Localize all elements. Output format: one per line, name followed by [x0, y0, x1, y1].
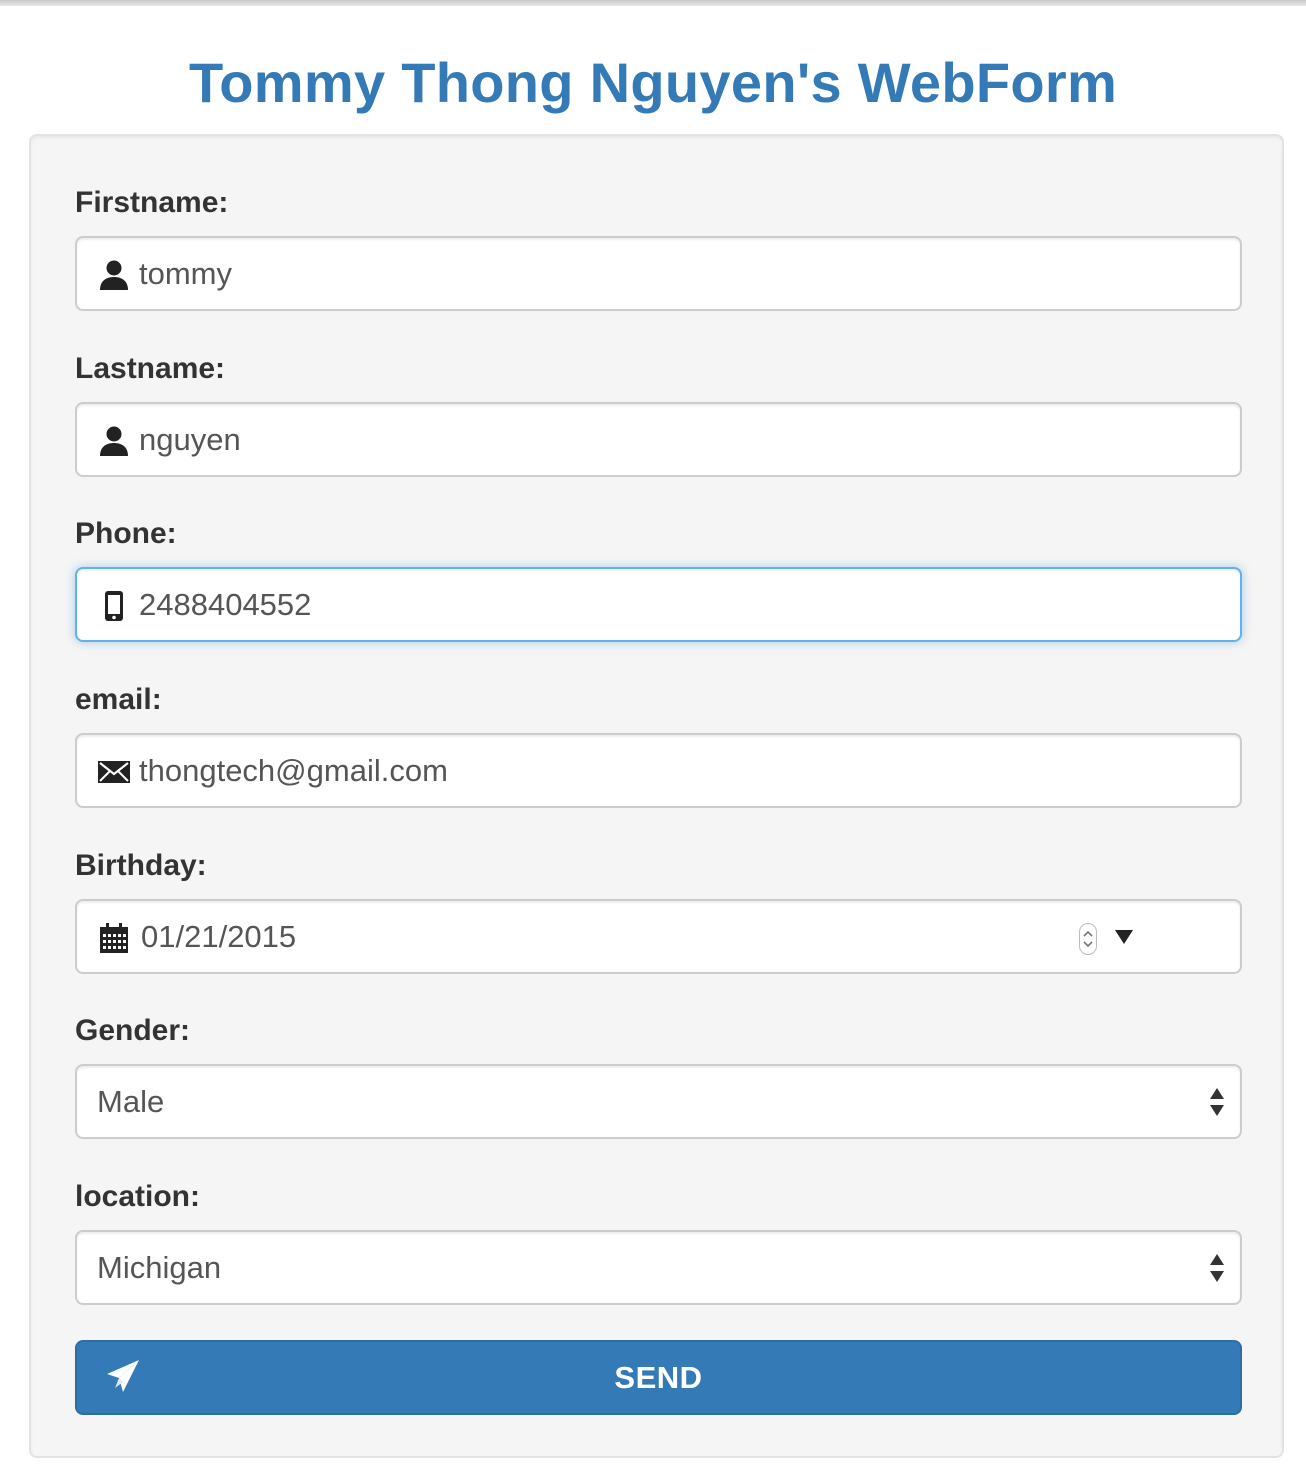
phone-icon	[97, 589, 131, 623]
birthday-label: Birthday:	[75, 849, 207, 882]
envelope-icon	[97, 755, 131, 789]
firstname-label: Firstname:	[75, 186, 229, 219]
birthday-value: 01/21/2015	[141, 919, 297, 954]
email-value: thongtech@gmail.com	[139, 753, 448, 788]
user-icon	[97, 424, 131, 458]
calendar-icon	[97, 921, 131, 955]
location-selected-value: Michigan	[97, 1250, 222, 1285]
lastname-input[interactable]: nguyen	[75, 402, 1242, 477]
phone-label: Phone:	[75, 517, 177, 550]
window-top-border	[0, 0, 1306, 6]
date-dropdown-arrow-icon[interactable]	[1113, 927, 1135, 947]
select-updown-icon	[1208, 1252, 1226, 1284]
gender-selected-value: Male	[97, 1084, 165, 1119]
email-label: email:	[75, 683, 162, 716]
lastname-label: Lastname:	[75, 352, 226, 385]
lastname-value: nguyen	[139, 422, 241, 457]
user-icon	[97, 258, 131, 292]
firstname-input[interactable]: tommy	[75, 236, 1242, 311]
web-form: Firstname: tommy Lastname: nguyen Phone:	[29, 134, 1284, 1458]
phone-input[interactable]: 2488404552	[75, 567, 1242, 642]
date-spinner-button[interactable]	[1079, 923, 1097, 955]
gender-select[interactable]: Male	[75, 1064, 1242, 1139]
select-updown-icon	[1208, 1086, 1226, 1118]
phone-value: 2488404552	[139, 587, 312, 622]
page-title: Tommy Thong Nguyen's WebForm	[188, 51, 1118, 114]
firstname-value: tommy	[139, 256, 232, 291]
email-input[interactable]: thongtech@gmail.com	[75, 733, 1242, 808]
birthday-input[interactable]: 01/21/2015	[75, 899, 1242, 974]
location-select[interactable]: Michigan	[75, 1230, 1242, 1305]
location-label: location:	[75, 1180, 200, 1213]
send-button[interactable]: SEND	[75, 1340, 1242, 1415]
send-label: SEND	[614, 1360, 703, 1395]
gender-label: Gender:	[75, 1014, 191, 1047]
